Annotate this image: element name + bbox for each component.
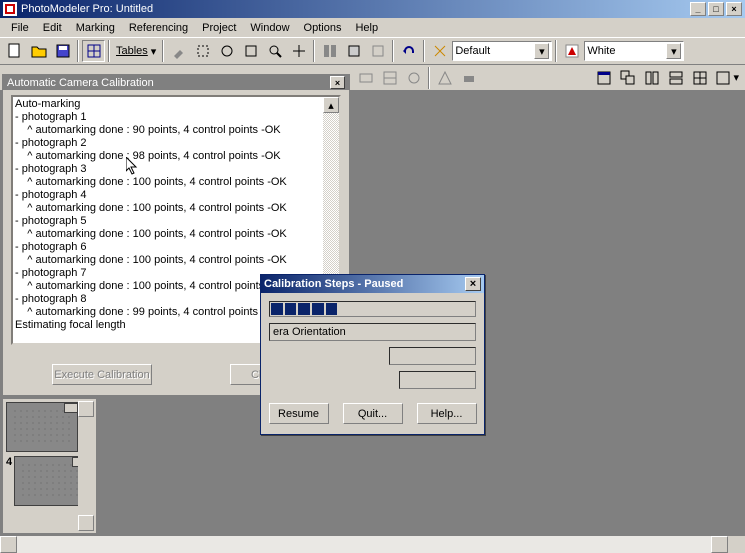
tool-icon-6[interactable] (318, 40, 341, 62)
tool-icon-1[interactable] (167, 40, 190, 62)
scroll-up-icon[interactable]: ▴ (323, 97, 339, 113)
status-field-2 (389, 347, 476, 365)
thumbnail[interactable] (14, 456, 86, 506)
log-line[interactable]: - photograph 5 (15, 215, 337, 228)
help-button[interactable]: Help... (417, 403, 477, 424)
tool-icon-2[interactable] (191, 40, 214, 62)
progress-bar (269, 301, 476, 317)
panel-close-button[interactable]: × (330, 76, 345, 89)
app-title: PhotoModeler Pro: Untitled (21, 3, 153, 15)
menu-project[interactable]: Project (195, 20, 243, 36)
camera-icon (64, 403, 78, 413)
thumb-scrollbar[interactable] (78, 401, 94, 531)
menu-referencing[interactable]: Referencing (122, 20, 195, 36)
view-icon-1[interactable] (354, 67, 377, 89)
dialog-title: Calibration Steps - Paused (264, 278, 403, 290)
log-line[interactable]: - photograph 2 (15, 137, 337, 150)
tool-icon-7[interactable] (342, 40, 365, 62)
open-icon[interactable] (27, 40, 50, 62)
window-dropdown[interactable]: ▾ (712, 67, 742, 89)
menu-window[interactable]: Window (243, 20, 296, 36)
menu-edit[interactable]: Edit (36, 20, 69, 36)
material-combo[interactable]: Default▾ (452, 41, 552, 61)
view-icon-2[interactable] (378, 67, 401, 89)
panel-header: Automatic Camera Calibration × (3, 75, 349, 90)
maximize-button[interactable]: □ (708, 2, 724, 16)
tool-icon-5[interactable] (287, 40, 310, 62)
thumbnail[interactable] (6, 402, 78, 452)
chevron-down-icon[interactable]: ▾ (666, 43, 681, 59)
title-bar: PhotoModeler Pro: Untitled _ □ × (0, 0, 745, 18)
main-toolbar: Tables▾ Default▾ White▾ (0, 37, 745, 65)
new-icon[interactable] (3, 40, 26, 62)
log-line[interactable]: Auto-marking (15, 98, 337, 111)
log-line[interactable]: - photograph 1 (15, 111, 337, 124)
view-icon-3[interactable] (402, 67, 425, 89)
paint-icon[interactable] (428, 40, 451, 62)
thumb-label: 4 (6, 456, 12, 468)
resize-grip[interactable] (728, 536, 745, 553)
dialog-close-button[interactable]: × (465, 277, 481, 291)
color-icon[interactable] (560, 40, 583, 62)
tool-icon-4[interactable] (239, 40, 262, 62)
save-icon[interactable] (51, 40, 74, 62)
log-line[interactable]: ^ automarking done : 100 points, 4 contr… (15, 202, 337, 215)
log-line[interactable]: - photograph 6 (15, 241, 337, 254)
status-field-1: era Orientation (269, 323, 476, 341)
minimize-button[interactable]: _ (690, 2, 706, 16)
app-icon (3, 2, 17, 16)
layer-combo[interactable]: White▾ (584, 41, 684, 61)
tool-icon-8[interactable] (366, 40, 389, 62)
log-line[interactable]: ^ automarking done : 100 points, 4 contr… (15, 176, 337, 189)
scroll-down-icon[interactable] (78, 515, 94, 531)
thumbnail-panel: 4 (2, 398, 97, 534)
scroll-left-icon[interactable] (0, 536, 17, 553)
menu-bar: File Edit Marking Referencing Project Wi… (0, 18, 745, 37)
quit-button[interactable]: Quit... (343, 403, 403, 424)
log-line[interactable]: ^ automarking done : 100 points, 4 contr… (15, 228, 337, 241)
zoom-icon[interactable] (263, 40, 286, 62)
win-icon-1[interactable] (592, 67, 615, 89)
menu-marking[interactable]: Marking (69, 20, 122, 36)
win-icon-2[interactable] (616, 67, 639, 89)
execute-calibration-button[interactable]: Execute Calibration (52, 364, 152, 385)
view-icon-5[interactable] (457, 67, 480, 89)
scroll-up-icon[interactable] (78, 401, 94, 417)
dialog-header[interactable]: Calibration Steps - Paused × (261, 275, 484, 293)
log-line[interactable]: ^ automarking done : 98 points, 4 contro… (15, 150, 337, 163)
scroll-right-icon[interactable] (711, 536, 728, 553)
win-icon-4[interactable] (664, 67, 687, 89)
menu-options[interactable]: Options (297, 20, 349, 36)
tool-icon-3[interactable] (215, 40, 238, 62)
undo-icon[interactable] (397, 40, 420, 62)
win-icon-3[interactable] (640, 67, 663, 89)
resume-button[interactable]: Resume (269, 403, 329, 424)
menu-help[interactable]: Help (348, 20, 385, 36)
tables-dropdown[interactable]: Tables▾ (113, 40, 159, 62)
menu-file[interactable]: File (4, 20, 36, 36)
win-icon-5[interactable] (688, 67, 711, 89)
horizontal-scrollbar[interactable] (0, 536, 745, 553)
status-field-3 (399, 371, 476, 389)
view-icon-4[interactable] (433, 67, 456, 89)
log-line[interactable]: - photograph 4 (15, 189, 337, 202)
calibration-steps-dialog: Calibration Steps - Paused × era Orienta… (260, 274, 485, 435)
log-line[interactable]: ^ automarking done : 90 points, 4 contro… (15, 124, 337, 137)
close-button[interactable]: × (726, 2, 742, 16)
log-line[interactable]: - photograph 3 (15, 163, 337, 176)
chevron-down-icon[interactable]: ▾ (534, 43, 549, 59)
panel-title: Automatic Camera Calibration (7, 77, 154, 89)
log-line[interactable]: ^ automarking done : 100 points, 4 contr… (15, 254, 337, 267)
grid-icon[interactable] (82, 40, 105, 62)
